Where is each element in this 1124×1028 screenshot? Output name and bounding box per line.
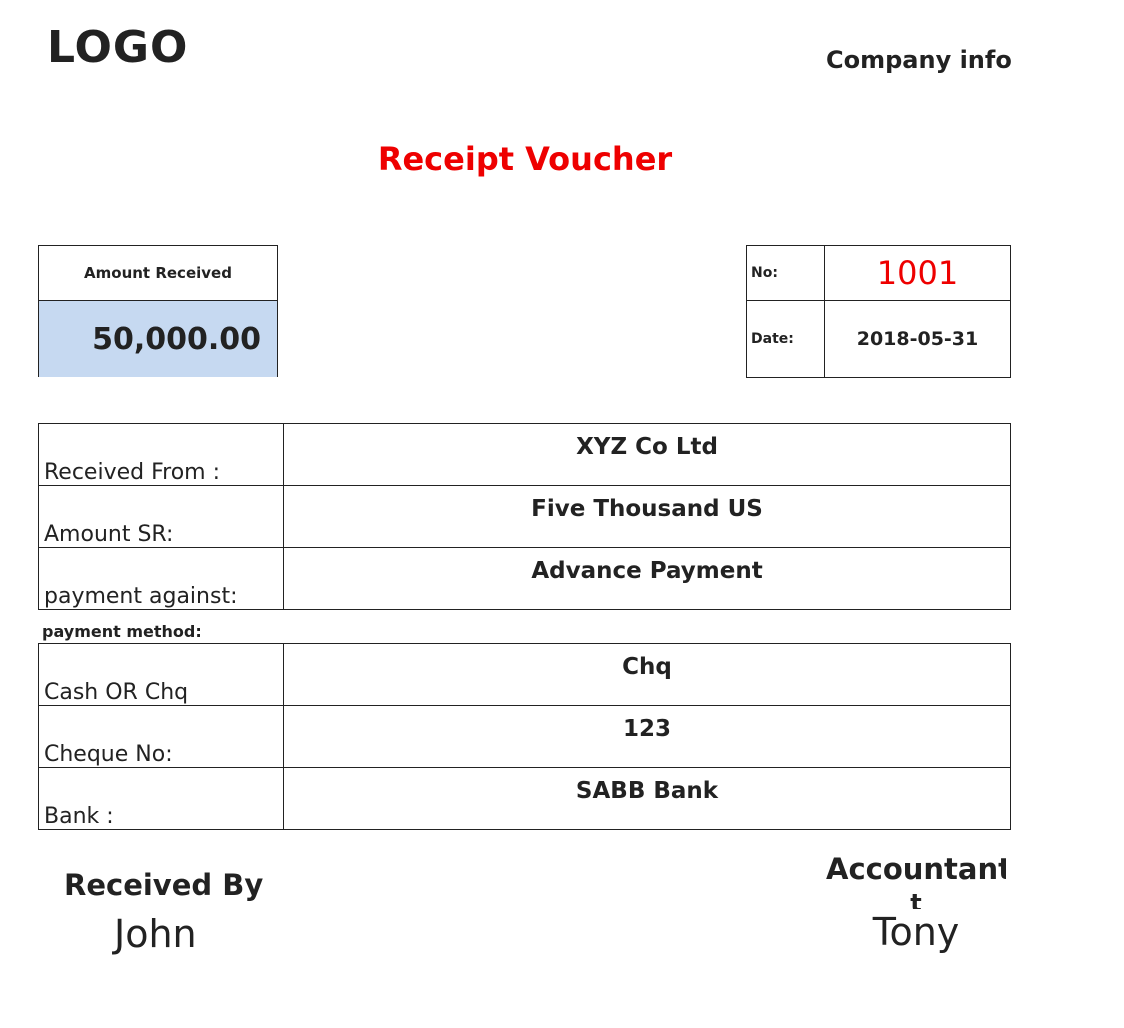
table-row: Cheque No: 123 xyxy=(38,705,1011,768)
received-from-value: XYZ Co Ltd xyxy=(283,423,1011,486)
table-row: Amount SR: Five Thousand US xyxy=(38,485,1011,548)
bank-label: Bank : xyxy=(38,767,284,830)
received-from-label: Received From : xyxy=(38,423,284,486)
cash-or-chq-label: Cash OR Chq xyxy=(38,643,284,706)
amount-sr-label: Amount SR: xyxy=(38,485,284,548)
company-info: Company info xyxy=(826,46,1012,74)
table-row: Cash OR Chq Chq xyxy=(38,643,1011,706)
accountant-label-overflow: t xyxy=(910,893,922,909)
voucher-date-value: 2018-05-31 xyxy=(824,300,1011,378)
received-by-name: John xyxy=(114,912,197,956)
voucher-info-table: No: 1001 Date: 2018-05-31 xyxy=(746,245,1011,378)
bank-value: SABB Bank xyxy=(283,767,1011,830)
voucher-no-value: 1001 xyxy=(824,245,1011,301)
payment-method-label: payment method: xyxy=(42,622,202,641)
payment-against-value: Advance Payment xyxy=(283,547,1011,610)
cheque-no-label: Cheque No: xyxy=(38,705,284,768)
logo: LOGO xyxy=(47,22,189,73)
amount-sr-value: Five Thousand US xyxy=(283,485,1011,548)
voucher-no-label: No: xyxy=(746,245,825,301)
amount-received-box: Amount Received 50,000.00 xyxy=(38,245,278,377)
voucher-date-label: Date: xyxy=(746,300,825,378)
cheque-no-value: 123 xyxy=(283,705,1011,768)
page-title: Receipt Voucher xyxy=(377,140,673,178)
table-row: Received From : XYZ Co Ltd xyxy=(38,423,1011,486)
cash-or-chq-value: Chq xyxy=(283,643,1011,706)
payment-against-label: payment against: xyxy=(38,547,284,610)
table-row: Bank : SABB Bank xyxy=(38,767,1011,830)
received-by-label: Received By xyxy=(64,868,264,902)
table-row: payment against: Advance Payment xyxy=(38,547,1011,610)
accountant-name: Tony xyxy=(872,910,960,954)
receipt-details-table: Received From : XYZ Co Ltd Amount SR: Fi… xyxy=(38,423,1011,610)
accountant-label: Accountant xyxy=(826,852,1006,886)
amount-received-label: Amount Received xyxy=(39,246,277,301)
payment-method-table: Cash OR Chq Chq Cheque No: 123 Bank : SA… xyxy=(38,643,1011,830)
amount-received-value: 50,000.00 xyxy=(39,301,277,377)
